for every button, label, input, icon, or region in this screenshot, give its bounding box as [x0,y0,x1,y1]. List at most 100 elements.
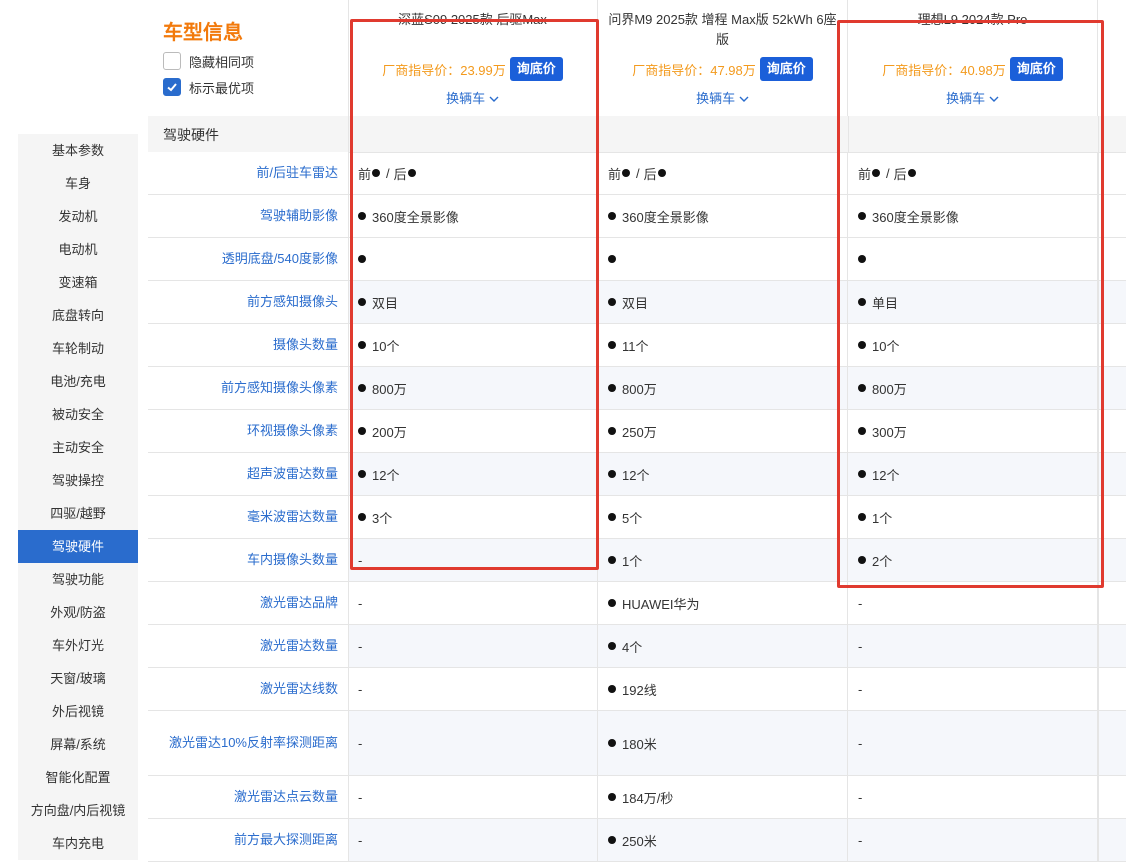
cell-value: 184万/秒 [622,790,674,806]
cell-value: 250万 [622,424,657,440]
table-cell: 800万 [598,367,848,409]
table-cell: 11个 [598,324,848,366]
switch-car-label: 换辆车 [446,91,486,106]
sidebar-item[interactable]: 驾驶功能 [18,563,138,596]
sidebar-item[interactable]: 电动机 [18,233,138,266]
sidebar-item[interactable]: 屏幕/系统 [18,728,138,761]
switch-car-link[interactable]: 换辆车 [848,88,1097,107]
row-label-text: 激光雷达数量 [259,638,338,653]
cell-value: 360度全景影像 [372,209,459,225]
table-cell: - [848,819,1098,861]
table-cell: 前 / 后 [848,152,1098,194]
sidebar-item[interactable]: 车轮制动 [18,332,138,365]
sidebar-item[interactable]: 主动安全 [18,431,138,464]
car-column-2: 问界M9 2025款 增程 Max版 52kWh 6座版 厂商指导价：47.98… [598,0,848,116]
sidebar-item[interactable]: 车外灯光 [18,629,138,662]
standard-dot-icon [657,169,666,177]
standard-dot-icon [907,169,916,177]
switch-car-link[interactable]: 换辆车 [348,88,597,107]
standard-dot-icon [608,599,616,607]
standard-dot-icon [858,341,866,349]
table-cell: 1个 [598,539,848,581]
sidebar-item[interactable]: 变速箱 [18,266,138,299]
cell-value: 12个 [372,467,400,483]
standard-dot-icon [358,341,366,349]
row-label-text: 激光雷达点云数量 [233,789,338,804]
hide-same-label: 隐藏相同项 [189,54,255,70]
sidebar-item[interactable]: 发动机 [18,200,138,233]
row-label: 前方最大探测距离 [148,819,349,861]
cell-value: 360度全景影像 [872,209,959,225]
table-row: 前方感知摄像头像素 800万 800万 800万 [148,367,1126,410]
sidebar-item[interactable]: 底盘转向 [18,299,138,332]
hide-same-checkbox[interactable] [163,52,181,70]
price-label: 厂商指导价：23.99万 [382,62,506,78]
sidebar-item[interactable]: 基本参数 [18,134,138,167]
table-cell: - [848,711,1098,775]
table-cell: - [348,776,598,818]
sidebar-item[interactable]: 四驱/越野 [18,497,138,530]
row-label-text: 车内摄像头数量 [246,552,338,567]
mark-best-option[interactable]: 标示最优项 [163,77,254,97]
row-label-text: 透明底盘/540度影像 [221,251,338,266]
cell-value: 3个 [372,510,393,526]
cell-value: - [358,832,363,848]
row-label-text: 激光雷达品牌 [259,595,338,610]
separator: / [636,165,640,181]
sidebar-item[interactable]: 天窗/玻璃 [18,662,138,695]
ask-price-button[interactable]: 询底价 [1009,57,1063,81]
table-cell: - [848,582,1098,624]
sidebar-item[interactable]: 外后视镜 [18,695,138,728]
standard-dot-icon [858,556,866,564]
cell-value: 800万 [622,381,657,397]
compare-header: 车型信息 隐藏相同项 标示最优项 深蓝S09 2025款 后驱Max 厂商指导价… [148,0,1126,117]
standard-dot-icon [608,556,616,564]
cell-value: 4个 [622,639,643,655]
cell-value: - [858,789,863,805]
standard-dot-icon [608,685,616,693]
cell-value: - [858,735,863,751]
sidebar-item[interactable]: 驾驶硬件 [18,530,138,563]
row-label: 摄像头数量 [148,324,349,366]
standard-dot-icon [608,341,616,349]
standard-dot-icon [372,169,381,177]
cell-value: 10个 [372,338,400,354]
mark-best-checkbox[interactable] [163,78,181,96]
row-label-text: 激光雷达线数 [259,681,338,696]
ask-price-button[interactable]: 询底价 [759,57,813,81]
row-label: 毫米波雷达数量 [148,496,349,538]
sidebar-item[interactable]: 电池/充电 [18,365,138,398]
cell-value: - [358,552,363,568]
table-cell: 3个 [348,496,598,538]
sidebar-item[interactable]: 智能化配置 [18,761,138,794]
hide-same-option[interactable]: 隐藏相同项 [163,51,254,71]
sidebar-item[interactable]: 被动安全 [18,398,138,431]
sidebar-item[interactable]: 车身 [18,167,138,200]
standard-dot-icon [608,513,616,521]
row-label: 透明底盘/540度影像 [148,238,349,280]
sidebar-item[interactable]: 驾驶操控 [18,464,138,497]
table-cell: - [348,539,598,581]
sidebar-item[interactable]: 外观/防盗 [18,596,138,629]
spec-table: 前/后驻车雷达前 / 后前 / 后前 / 后驾驶辅助影像 360度全景影像 360度全景影像 36… [148,152,1126,862]
table-cell: - [848,776,1098,818]
row-label-text: 前方感知摄像头像素 [220,380,338,395]
table-cell: 184万/秒 [598,776,848,818]
table-row: 摄像头数量 10个 11个 10个 [148,324,1126,367]
row-label: 激光雷达数量 [148,625,349,667]
switch-car-link[interactable]: 换辆车 [598,88,847,107]
sidebar-item[interactable]: 车内充电 [18,827,138,860]
chevron-down-icon [739,96,749,102]
sidebar-item[interactable]: 方向盘/内后视镜 [18,794,138,827]
row-label-text: 超声波雷达数量 [246,466,338,481]
cell-value: - [858,832,863,848]
table-cell [348,238,598,280]
table-cell: 10个 [348,324,598,366]
cell-value: 11个 [622,338,649,354]
rear-label: 后 [393,166,407,182]
table-cell: 单目 [848,281,1098,323]
table-cell: - [848,625,1098,667]
ask-price-button[interactable]: 询底价 [509,57,563,81]
column-divider [1098,324,1099,366]
row-label-text: 驾驶辅助影像 [259,208,338,223]
